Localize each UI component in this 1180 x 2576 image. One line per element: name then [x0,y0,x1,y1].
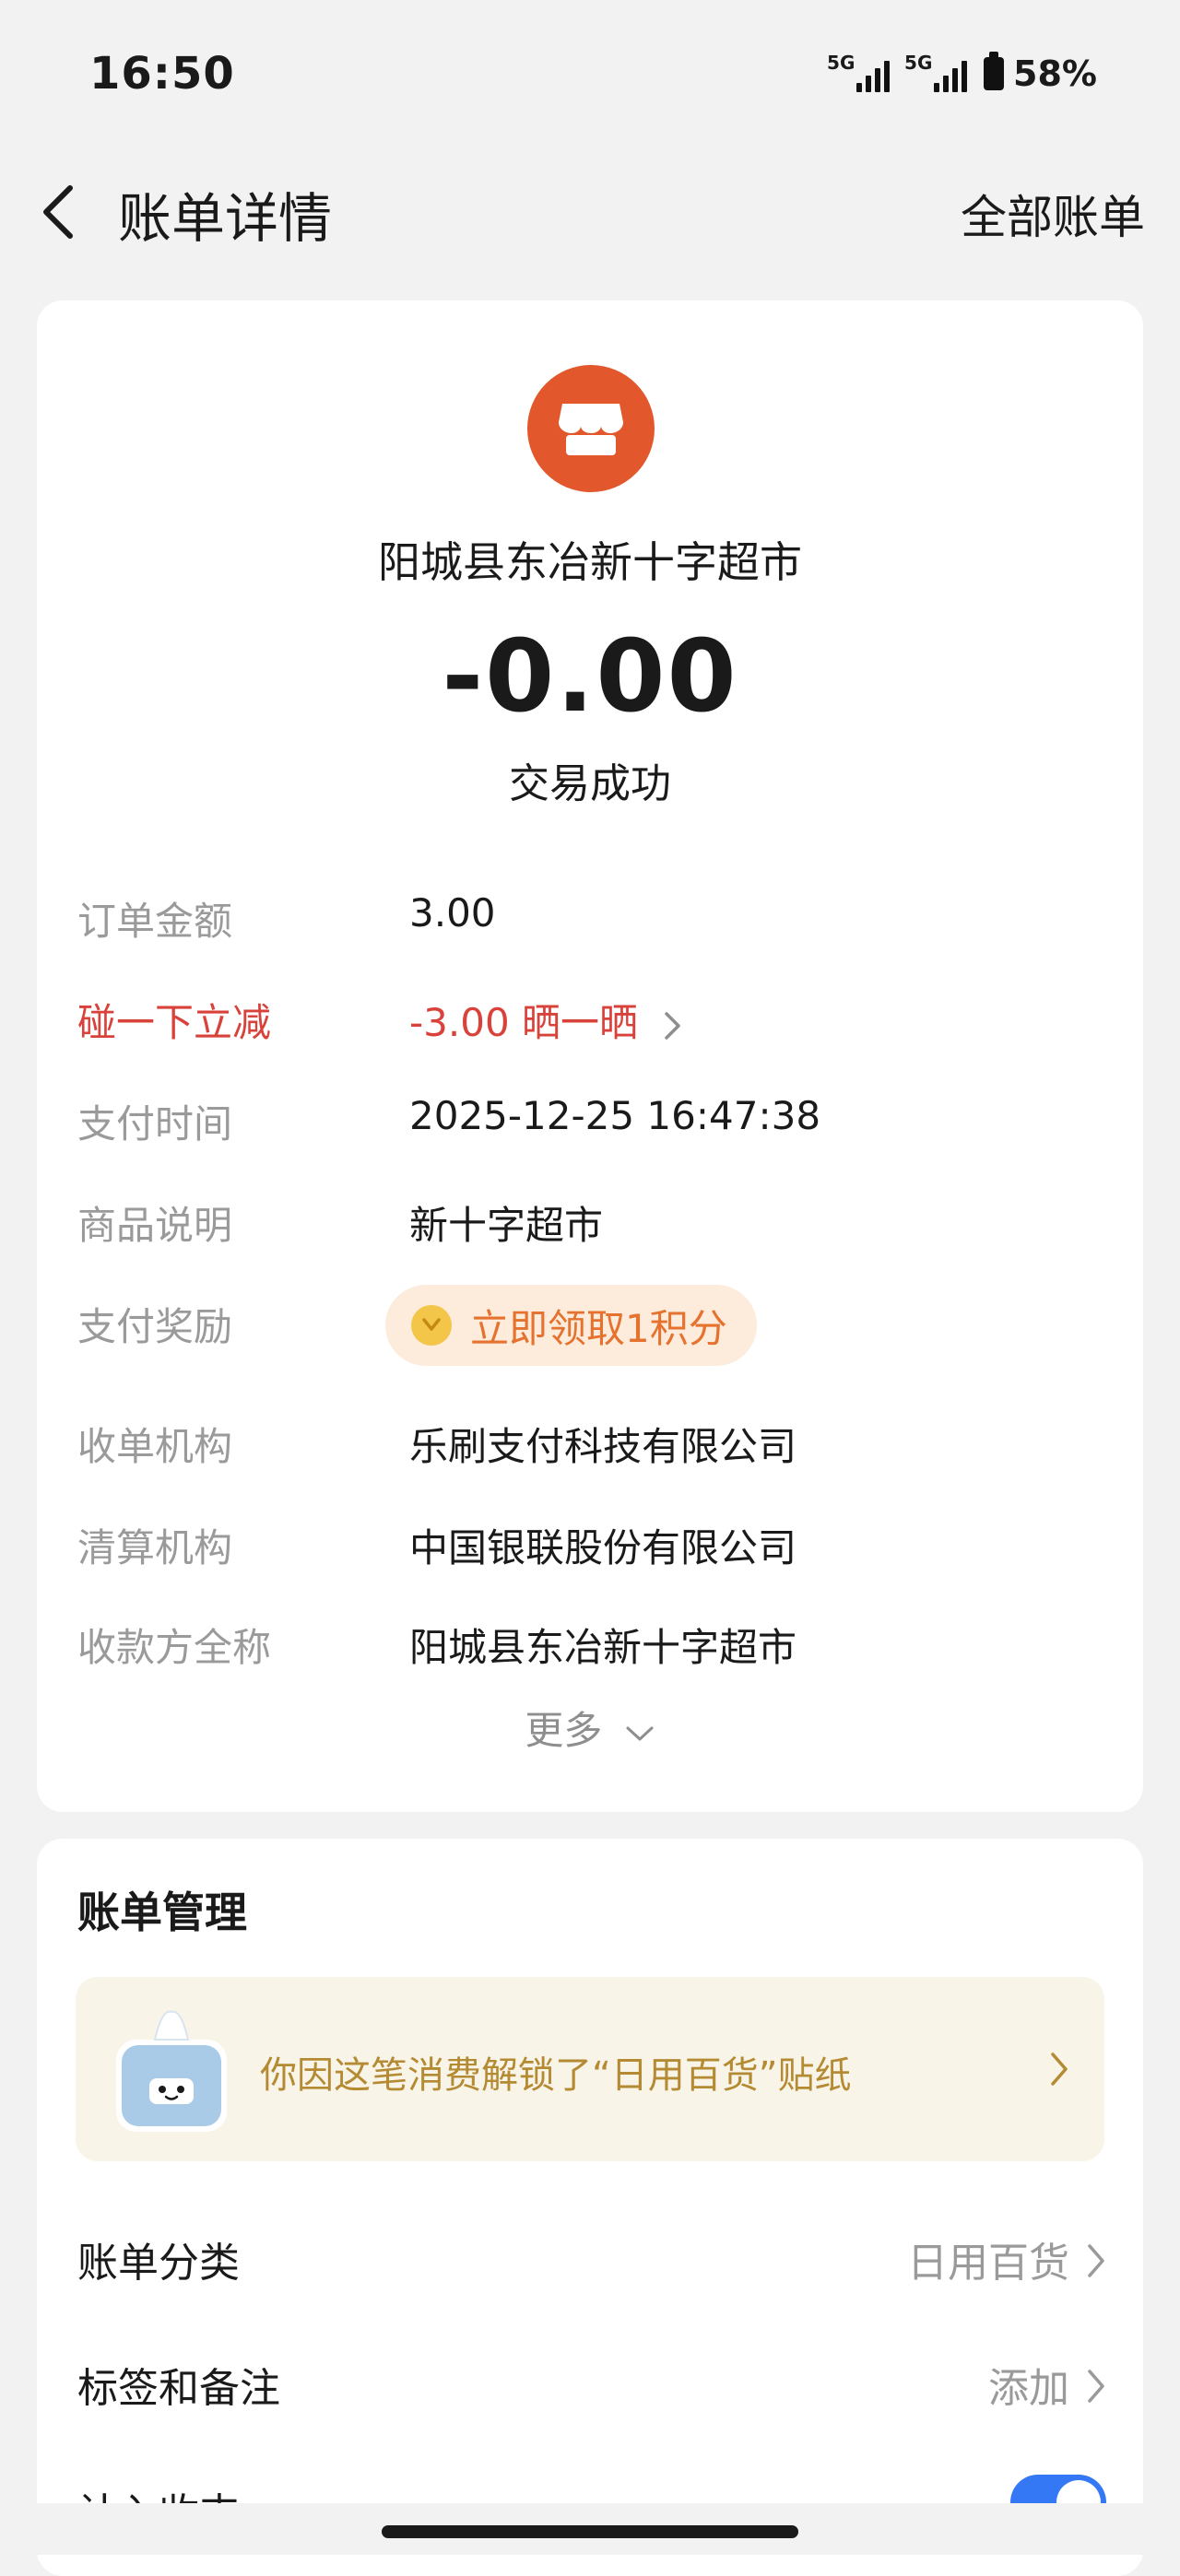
more-label: 更多 [525,1708,603,1753]
signal-icon: 5G [904,52,968,92]
chevron-right-icon [1051,2053,1068,2086]
detail-row-discount[interactable]: 碰一下立减 -3.00 晒一晒 [77,992,1110,1075]
tissue-box-sticker-icon [116,2010,227,2132]
transaction-amount: -0.00 [442,619,738,735]
chevron-down-icon [626,1726,654,1740]
detail-value: 中国银联股份有限公司 [409,1525,797,1570]
bill-detail-card: 阳城县东冶新十字超市 -0.00 交易成功 订单金额 3.00 碰一下立减 -3… [37,300,1143,1812]
category-label: 账单分类 [77,2240,240,2287]
detail-value: 阳城县东冶新十字超市 [409,1625,797,1670]
bill-category-row[interactable]: 账单分类 日用百货 [77,2229,1106,2303]
detail-label: 订单金额 [77,899,233,944]
detail-value: 新十字超市 [409,1203,604,1248]
battery-indicator: 58% [984,52,1097,94]
chevron-right-icon [665,1011,681,1040]
chevron-right-icon [1088,2244,1104,2277]
detail-row-clearing: 清算机构 中国银联股份有限公司 [77,1517,1110,1600]
claim-points-label: 立即领取1积分 [470,1305,727,1351]
detail-label: 支付时间 [77,1101,233,1147]
detail-label: 支付奖励 [77,1304,233,1349]
detail-row-payee: 收款方全称 阳城县东冶新十字超市 [77,1617,1110,1700]
signal-icon: 5G [827,52,891,92]
sticker-unlock-banner[interactable]: 你因这笔消费解锁了“日用百货”贴纸 [76,1977,1104,2161]
detail-row-product-desc: 商品说明 新十字超市 [77,1194,1110,1277]
all-bills-link[interactable]: 全部账单 [961,181,1145,247]
signal-label: 5G [904,52,933,74]
sticker-text: 你因这笔消费解锁了“日用百货”贴纸 [260,2054,852,2097]
status-bar: 16:50 5G 5G 58% [0,0,1180,147]
detail-row-order-amount: 订单金额 3.00 [77,890,1110,973]
detail-value: 3.00 [409,890,496,935]
status-icons: 5G 5G 58% [827,52,1097,94]
tags-value: 添加 [988,2365,1069,2412]
category-value: 日用百货 [907,2240,1069,2287]
nav-bar: 账单详情 全部账单 [0,157,1180,267]
discount-value: -3.00 晒一晒 [409,1000,639,1045]
back-icon[interactable] [33,179,88,245]
status-time: 16:50 [89,48,235,100]
detail-label: 商品说明 [77,1203,233,1248]
detail-label: 收单机构 [77,1424,233,1469]
detail-row-reward: 支付奖励 立即领取1积分 [77,1285,1110,1379]
detail-label: 清算机构 [77,1525,233,1570]
signal-label: 5G [827,52,856,74]
page-title: 账单详情 [118,187,333,250]
transaction-status: 交易成功 [509,760,671,807]
tags-label: 标签和备注 [77,2365,280,2412]
detail-row-pay-time: 支付时间 2025-12-25 16:47:38 [77,1093,1110,1176]
detail-value: 2025-12-25 16:47:38 [409,1093,821,1138]
chevron-right-icon [1088,2370,1104,2403]
more-button[interactable]: 更多 [37,1700,1143,1756]
manage-title: 账单管理 [77,1888,247,1937]
tags-notes-row[interactable]: 标签和备注 添加 [77,2355,1106,2429]
detail-label: 收款方全称 [77,1625,272,1670]
home-indicator[interactable] [382,2525,798,2538]
merchant-name: 阳城县东冶新十字超市 [378,537,802,587]
store-icon [527,365,655,492]
detail-value: 乐刷支付科技有限公司 [409,1424,797,1469]
battery-percent: 58% [1013,53,1097,94]
bill-manage-card: 账单管理 你因这笔消费解锁了“日用百货”贴纸 账单分类 日用百货 标签和备注 添… [37,1839,1143,2576]
detail-label: 碰一下立减 [77,1000,272,1045]
detail-row-acquirer: 收单机构 乐刷支付科技有限公司 [77,1416,1110,1499]
battery-icon [984,52,1005,90]
claim-points-button[interactable]: 立即领取1积分 [385,1285,757,1366]
coin-icon [411,1305,452,1346]
